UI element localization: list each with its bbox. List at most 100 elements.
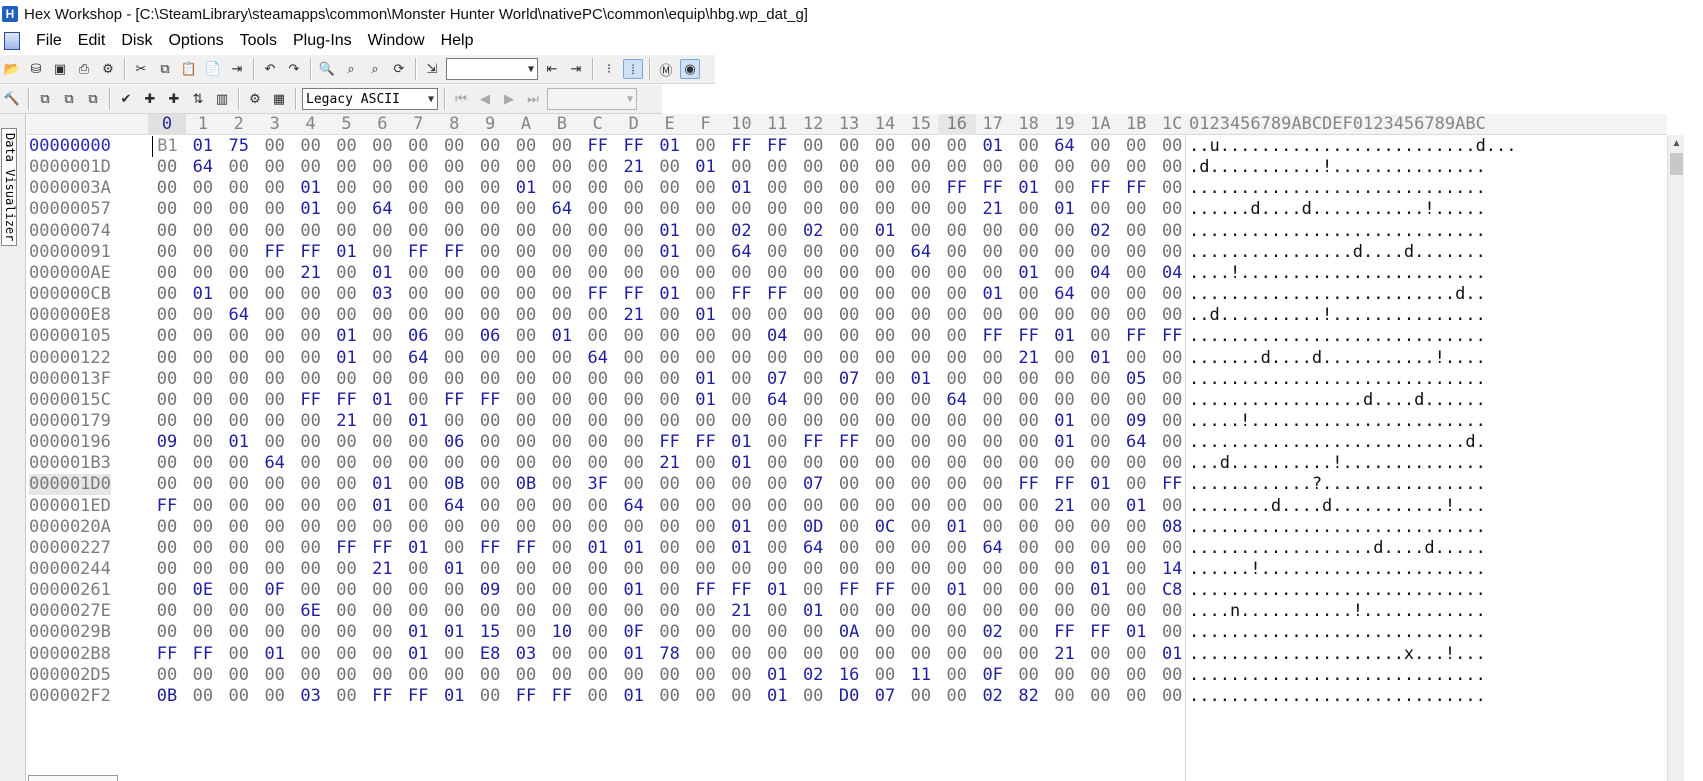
structure-add-icon[interactable]: ✚ bbox=[164, 89, 184, 109]
ascii-text[interactable]: ............?................ bbox=[1189, 474, 1486, 495]
hex-byte[interactable]: 00 bbox=[547, 496, 577, 517]
hex-byte[interactable]: 00 bbox=[367, 601, 397, 622]
hex-byte[interactable]: 00 bbox=[296, 136, 326, 157]
hex-byte[interactable]: 00 bbox=[870, 411, 900, 432]
hex-byte[interactable]: 00 bbox=[439, 199, 469, 220]
hex-byte[interactable]: 00 bbox=[691, 263, 721, 284]
hex-byte[interactable]: 00 bbox=[1014, 157, 1044, 178]
ascii-text[interactable]: ............................. bbox=[1189, 622, 1486, 643]
hex-byte[interactable]: 00 bbox=[260, 474, 290, 495]
hex-byte[interactable]: 00 bbox=[547, 559, 577, 580]
hex-byte[interactable]: 00 bbox=[475, 157, 505, 178]
hex-byte[interactable]: 00 bbox=[691, 665, 721, 686]
hex-byte[interactable]: 00 bbox=[942, 305, 972, 326]
hex-byte[interactable]: 00 bbox=[188, 686, 218, 707]
hex-byte[interactable]: 00 bbox=[1121, 665, 1151, 686]
hex-byte[interactable]: 01 bbox=[726, 432, 756, 453]
hex-byte[interactable]: 00 bbox=[583, 496, 613, 517]
hex-byte[interactable]: 00 bbox=[403, 432, 433, 453]
ascii-text[interactable]: ............................. bbox=[1189, 517, 1486, 538]
hex-byte[interactable]: 00 bbox=[475, 305, 505, 326]
hex-byte[interactable]: 00 bbox=[511, 411, 541, 432]
hex-byte[interactable]: 00 bbox=[152, 559, 182, 580]
hex-byte[interactable]: 00 bbox=[906, 157, 936, 178]
hex-byte[interactable]: 00 bbox=[188, 622, 218, 643]
hex-byte[interactable]: 00 bbox=[691, 411, 721, 432]
cut-icon[interactable]: ✂ bbox=[131, 59, 151, 79]
hex-byte[interactable]: 00 bbox=[1157, 538, 1187, 559]
hex-byte[interactable]: 00 bbox=[726, 390, 756, 411]
hex-byte[interactable]: 00 bbox=[834, 559, 864, 580]
hex-byte[interactable]: 01 bbox=[619, 686, 649, 707]
hex-byte[interactable]: 00 bbox=[1121, 221, 1151, 242]
hex-byte[interactable]: 00 bbox=[655, 474, 685, 495]
hex-byte[interactable]: 00 bbox=[296, 559, 326, 580]
hex-byte[interactable]: 07 bbox=[870, 686, 900, 707]
hex-byte[interactable]: FF bbox=[691, 580, 721, 601]
hex-byte[interactable]: 00 bbox=[260, 157, 290, 178]
hex-byte[interactable]: 00 bbox=[1014, 136, 1044, 157]
hex-byte[interactable]: FF bbox=[296, 242, 326, 263]
hex-byte[interactable]: 09 bbox=[1121, 411, 1151, 432]
hex-byte[interactable]: 00 bbox=[1085, 601, 1115, 622]
hex-row[interactable]: 0000029B 00 00 00 00 00 00 00 01 01 15 00 10 00 0F 00 00… bbox=[27, 622, 1667, 643]
hex-byte[interactable]: 00 bbox=[547, 665, 577, 686]
find-previous-icon[interactable]: ⌕ bbox=[365, 59, 385, 79]
hex-byte[interactable]: 00 bbox=[188, 496, 218, 517]
hex-row[interactable]: 0000015C 00 00 00 00 FF FF 01 00 FF FF 00 00 00 00 00 01… bbox=[27, 390, 1667, 411]
hex-byte[interactable]: 00 bbox=[475, 496, 505, 517]
hex-byte[interactable]: 00 bbox=[906, 178, 936, 199]
hex-byte[interactable]: 00 bbox=[870, 538, 900, 559]
hex-byte[interactable]: FF bbox=[367, 538, 397, 559]
hex-byte[interactable]: 00 bbox=[1014, 432, 1044, 453]
hex-byte[interactable]: 00 bbox=[1050, 242, 1080, 263]
hex-byte[interactable]: 04 bbox=[1085, 263, 1115, 284]
hex-byte[interactable]: 00 bbox=[619, 665, 649, 686]
hex-byte[interactable]: 00 bbox=[439, 263, 469, 284]
menu-help[interactable]: Help bbox=[433, 32, 482, 50]
hex-byte[interactable]: 00 bbox=[870, 496, 900, 517]
hex-byte[interactable]: 00 bbox=[1157, 348, 1187, 369]
hex-byte[interactable]: 15 bbox=[475, 622, 505, 643]
hex-byte[interactable]: FF bbox=[188, 644, 218, 665]
hex-byte[interactable]: 00 bbox=[870, 242, 900, 263]
hex-row[interactable]: 0000020A 00 00 00 00 00 00 00 00 00 00 00 00 00 00 00 00… bbox=[27, 517, 1667, 538]
hex-byte[interactable]: 01 bbox=[296, 199, 326, 220]
hex-byte[interactable]: 00 bbox=[439, 157, 469, 178]
menu-plug-ins[interactable]: Plug-Ins bbox=[285, 32, 360, 50]
hex-byte[interactable]: 00 bbox=[332, 686, 362, 707]
hex-byte[interactable]: 00 bbox=[870, 178, 900, 199]
hex-byte[interactable]: 00 bbox=[475, 686, 505, 707]
hex-byte[interactable]: 00 bbox=[511, 242, 541, 263]
hex-row[interactable]: 000002F2 0B 00 00 00 03 00 FF FF 01 00 FF FF 00 01 00 00… bbox=[27, 686, 1667, 707]
hex-byte[interactable]: 00 bbox=[332, 559, 362, 580]
hex-byte[interactable]: 10 bbox=[547, 622, 577, 643]
hex-byte[interactable]: 00 bbox=[332, 369, 362, 390]
hex-byte[interactable]: 21 bbox=[1050, 496, 1080, 517]
hex-byte[interactable]: 00 bbox=[224, 453, 254, 474]
hex-byte[interactable]: 00 bbox=[547, 263, 577, 284]
hex-byte[interactable]: 00 bbox=[332, 644, 362, 665]
hex-byte[interactable]: 00 bbox=[1085, 242, 1115, 263]
hex-byte[interactable]: FF bbox=[475, 390, 505, 411]
hex-byte[interactable]: 00 bbox=[619, 199, 649, 220]
hex-byte[interactable]: 00 bbox=[942, 157, 972, 178]
hex-byte[interactable]: 00 bbox=[834, 517, 864, 538]
hex-byte[interactable]: 00 bbox=[762, 242, 792, 263]
hex-byte[interactable]: 01 bbox=[1050, 326, 1080, 347]
hex-byte[interactable]: 00 bbox=[224, 517, 254, 538]
hex-byte[interactable]: 00 bbox=[439, 284, 469, 305]
hex-byte[interactable]: 00 bbox=[1121, 644, 1151, 665]
hex-row[interactable]: 000000E8 00 00 64 00 00 00 00 00 00 00 00 00 00 21 00 01… bbox=[27, 305, 1667, 326]
hex-byte[interactable]: 09 bbox=[475, 580, 505, 601]
hex-byte[interactable]: 00 bbox=[834, 601, 864, 622]
hex-byte[interactable]: 00 bbox=[1014, 390, 1044, 411]
hex-byte[interactable]: 00 bbox=[870, 326, 900, 347]
hex-byte[interactable]: 00 bbox=[332, 622, 362, 643]
hex-byte[interactable]: 00 bbox=[188, 369, 218, 390]
hex-row[interactable]: 00000091 00 00 00 FF FF 01 00 FF FF 00 00 00 00 00 01 00… bbox=[27, 242, 1667, 263]
hex-byte[interactable]: 00 bbox=[403, 496, 433, 517]
hex-byte[interactable]: 00 bbox=[1085, 369, 1115, 390]
hex-byte[interactable]: 00 bbox=[439, 601, 469, 622]
hex-byte[interactable]: 00 bbox=[870, 284, 900, 305]
